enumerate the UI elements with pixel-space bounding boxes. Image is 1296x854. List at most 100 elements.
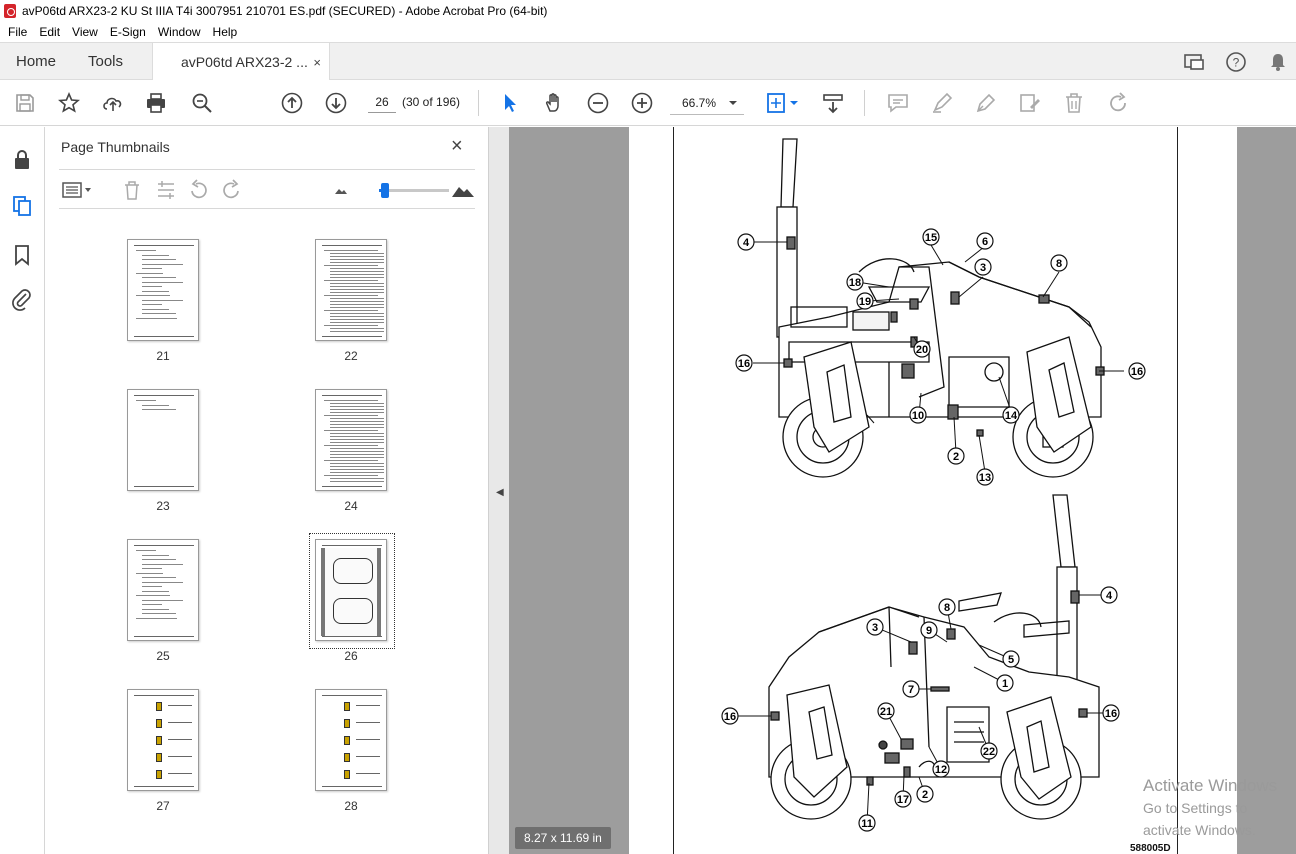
notifications-bell-icon[interactable]: [1267, 51, 1289, 73]
sign-pen-icon[interactable]: [974, 91, 998, 115]
thumb-text-line: [324, 430, 378, 431]
page-number-input[interactable]: [368, 91, 396, 113]
smaller-thumbnails-icon[interactable]: [329, 179, 351, 201]
thumb-text-line: [330, 259, 384, 260]
thumb-text-line: [142, 559, 176, 560]
menu-view[interactable]: View: [66, 25, 104, 39]
save-icon[interactable]: [13, 91, 37, 115]
redo-icon[interactable]: [1106, 91, 1130, 115]
thumb-text-line: [330, 442, 384, 443]
thumb-text-line: [330, 403, 384, 404]
rotate-counterclockwise-icon[interactable]: [187, 179, 209, 201]
thumb-header-line: [322, 695, 382, 696]
delete-trash-icon[interactable]: [1062, 91, 1086, 115]
print-icon[interactable]: [144, 91, 168, 115]
share-screen-icon[interactable]: [1183, 51, 1205, 73]
delete-page-icon[interactable]: [121, 179, 143, 201]
collapse-left-icon: ◀: [496, 487, 504, 498]
attachments-paperclip-icon[interactable]: [10, 287, 34, 311]
svg-text:8: 8: [1056, 258, 1062, 270]
page-thumbnail[interactable]: [315, 389, 387, 491]
fit-page-icon[interactable]: [766, 91, 802, 115]
tab-home[interactable]: Home: [16, 43, 56, 80]
page-thumbnail[interactable]: [127, 689, 199, 791]
menu-help[interactable]: Help: [207, 25, 244, 39]
options-menu-icon[interactable]: [61, 179, 95, 201]
zoom-dropdown[interactable]: 66.7%: [670, 91, 744, 115]
thumbnail-size-slider[interactable]: [379, 183, 449, 198]
menu-window[interactable]: Window: [152, 25, 207, 39]
zoom-value: 66.7%: [682, 95, 717, 110]
next-page-icon[interactable]: [324, 91, 348, 115]
close-panel-icon[interactable]: ×: [451, 135, 471, 157]
acrobat-pdf-icon: [4, 4, 16, 18]
help-icon[interactable]: ?: [1225, 51, 1247, 73]
thumb-footer-line: [134, 786, 194, 787]
bookmark-star-icon[interactable]: [57, 91, 81, 115]
highlight-pen-icon[interactable]: [930, 91, 954, 115]
comment-icon[interactable]: [886, 91, 910, 115]
thumb-text-line: [330, 268, 384, 269]
thumb-text-line: [168, 722, 192, 723]
thumb-header-line: [134, 545, 194, 546]
zoom-search-icon[interactable]: [190, 91, 214, 115]
window-title: avP06td ARX23-2 KU St IIIA T4i 3007951 2…: [22, 4, 548, 18]
thumb-text-line: [330, 256, 384, 257]
thumb-header-line: [134, 395, 194, 396]
thumb-text-line: [330, 316, 384, 317]
svg-text:4: 4: [743, 237, 750, 249]
bookmarks-icon[interactable]: [10, 243, 34, 267]
thumb-header-line: [322, 245, 382, 246]
thumb-text-line: [330, 271, 384, 272]
thumb-text-line: [324, 475, 378, 476]
document-view[interactable]: 4 15 6 3 8 18 19 20 16 16 10 14 2 13 4 8…: [509, 127, 1296, 854]
thumb-text-line: [356, 705, 380, 706]
page-thumbnail[interactable]: [315, 539, 387, 641]
thumb-text-line: [330, 457, 384, 458]
menu-edit[interactable]: Edit: [33, 25, 66, 39]
thumb-text-line: [330, 304, 384, 305]
thumb-text-line: [356, 773, 380, 774]
scroll-mode-icon[interactable]: [821, 91, 845, 115]
thumb-text-line: [330, 454, 384, 455]
rotate-clockwise-icon[interactable]: [221, 179, 243, 201]
thumb-text-line: [330, 472, 384, 473]
thumb-text-line: [330, 286, 384, 287]
figure-code: 588005D: [1130, 843, 1171, 854]
thumb-text-line: [136, 317, 177, 319]
thumb-text-line: [330, 319, 384, 320]
select-cursor-icon[interactable]: [498, 91, 522, 115]
thumbnail-page-number: 27: [156, 799, 170, 813]
thumb-text-line: [330, 433, 384, 434]
thumb-text-line: [356, 722, 380, 723]
thumb-text-line: [142, 299, 183, 301]
larger-thumbnails-icon[interactable]: [451, 179, 475, 201]
page-thumbnails-icon[interactable]: [10, 194, 34, 218]
zoom-out-icon[interactable]: [586, 91, 610, 115]
thumbnail-page-number: 28: [344, 799, 358, 813]
hand-tool-icon[interactable]: [542, 91, 566, 115]
page-thumbnail[interactable]: [127, 389, 199, 491]
upload-cloud-icon[interactable]: [101, 91, 125, 115]
tab-document[interactable]: avP06td ARX23-2 ... ×: [152, 43, 330, 81]
menu-esign[interactable]: E-Sign: [104, 25, 152, 39]
menu-file[interactable]: File: [2, 25, 33, 39]
panel-collapse-handle[interactable]: ◀: [489, 127, 509, 854]
previous-page-icon[interactable]: [280, 91, 304, 115]
extract-page-icon[interactable]: [155, 179, 177, 201]
thumb-text-line: [136, 272, 163, 274]
tab-tools[interactable]: Tools: [88, 43, 123, 80]
close-tab-icon[interactable]: ×: [313, 55, 321, 70]
chevron-down-icon: [729, 100, 737, 105]
page-thumbnail[interactable]: [315, 689, 387, 791]
page-thumbnail[interactable]: [315, 239, 387, 341]
page-thumbnail[interactable]: [127, 539, 199, 641]
slider-knob[interactable]: [381, 183, 389, 198]
thumb-text-line: [168, 739, 192, 740]
page-thumbnail[interactable]: [127, 239, 199, 341]
thumb-text-line: [142, 613, 176, 614]
zoom-in-icon[interactable]: [630, 91, 654, 115]
edit-document-icon[interactable]: [1018, 91, 1042, 115]
svg-text:15: 15: [925, 232, 937, 244]
lock-icon[interactable]: [10, 148, 34, 172]
